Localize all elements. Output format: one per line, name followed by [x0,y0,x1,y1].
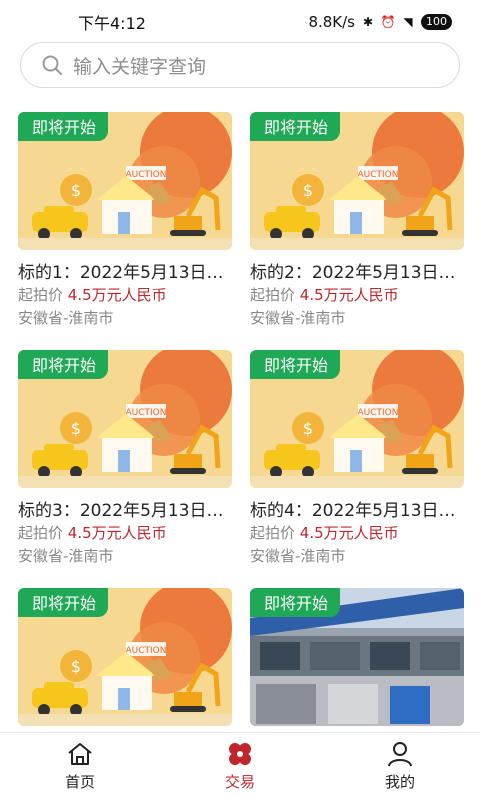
svg-text:$: $ [303,419,313,438]
svg-text:$: $ [71,419,81,438]
nav-mine-label: 我的 [384,773,415,791]
auction-sign-text: AUCTION [126,646,167,656]
price-value: 4.5万元人民币 [299,286,399,304]
listing-location: 安徽省-淮南市 [250,547,346,565]
price-value: 4.5万元人民币 [299,524,399,542]
price-label: 起拍价 [18,524,64,542]
listing-card[interactable]: AUCTION $ 即将开始 标的3：2022年5月13日… 起拍价 4.5万元人民… [18,350,232,580]
listing-title: 标的3：2022年5月13日… [18,501,224,521]
status-bar: 下午4:12 8.8K/s ✱ ⏰ ◥ 100 [0,0,480,44]
bottom-nav: 首页 交易 我的 [0,732,480,800]
auction-sign-text: AUCTION [358,408,399,418]
listing-location: 安徽省-淮南市 [18,547,114,565]
auction-sign-text: AUCTION [358,170,399,180]
nav-mine[interactable]: 我的 [320,733,480,800]
nav-trade-label: 交易 [224,773,255,791]
search-input[interactable]: 输入关键字查询 [73,52,206,79]
status-indicators: 8.8K/s ✱ ⏰ ◥ 100 [308,13,452,31]
listing-grid: AUCTION $ 即将开始 标的1：2022年5月13日… 起拍价 4.5万元人民… [18,112,464,730]
clover-icon [229,743,251,765]
auction-sign-text: AUCTION [126,170,167,180]
price-value: 4.5万元人民币 [67,286,167,304]
listing-title: 标的1：2022年5月13日… [18,263,224,283]
price-value: 4.5万元人民币 [67,524,167,542]
auction-sign-text: AUCTION [126,408,167,418]
price-label: 起拍价 [250,286,296,304]
listing-price: 起拍价 4.5万元人民币 [18,284,167,305]
svg-text:$: $ [71,657,81,676]
listing-location: 安徽省-淮南市 [18,309,114,327]
listing-card[interactable]: AUCTION $ 即将开始 标的1：2022年5月13日… 起拍价 4.5万元人民… [18,112,232,342]
listing-price: 起拍价 4.5万元人民币 [18,522,167,543]
listing-location: 安徽省-淮南市 [250,309,346,327]
svg-text:$: $ [71,181,81,200]
status-badge: 即将开始 [18,350,109,379]
bluetooth-icon: ✱ [362,15,374,29]
price-label: 起拍价 [18,286,64,304]
search-icon [42,55,62,75]
status-badge: 即将开始 [250,588,341,617]
price-label: 起拍价 [250,524,296,542]
status-badge: 即将开始 [18,112,109,141]
nav-home[interactable]: 首页 [0,733,160,800]
listing-card[interactable]: 即将开始 [250,588,464,730]
listing-title: 标的2：2022年5月13日… [250,263,456,283]
search-bar[interactable]: 输入关键字查询 [20,42,460,88]
alarm-icon: ⏰ [380,15,396,29]
listing-price: 起拍价 4.5万元人民币 [250,522,399,543]
nav-home-label: 首页 [64,773,95,791]
wifi-icon: ◥ [403,15,413,29]
battery-icon: 100 [421,14,452,30]
status-badge: 即将开始 [250,112,341,141]
listing-price: 起拍价 4.5万元人民币 [250,284,399,305]
status-time: 下午4:12 [78,14,146,33]
listing-card[interactable]: AUCTION $ 即将开始 [18,588,232,730]
listing-card[interactable]: AUCTION $ 即将开始 标的2：2022年5月13日… 起拍价 4.5万元人民… [250,112,464,342]
network-speed: 8.8K/s [308,13,355,31]
listing-title: 标的4：2022年5月13日… [250,501,456,521]
user-icon [388,742,412,767]
listing-card[interactable]: AUCTION $ 即将开始 标的4：2022年5月13日… 起拍价 4.5万元人民… [250,350,464,580]
status-badge: 即将开始 [250,350,341,379]
nav-trade[interactable]: 交易 [160,733,320,800]
home-icon [68,743,92,765]
svg-text:$: $ [303,181,313,200]
status-badge: 即将开始 [18,588,109,617]
